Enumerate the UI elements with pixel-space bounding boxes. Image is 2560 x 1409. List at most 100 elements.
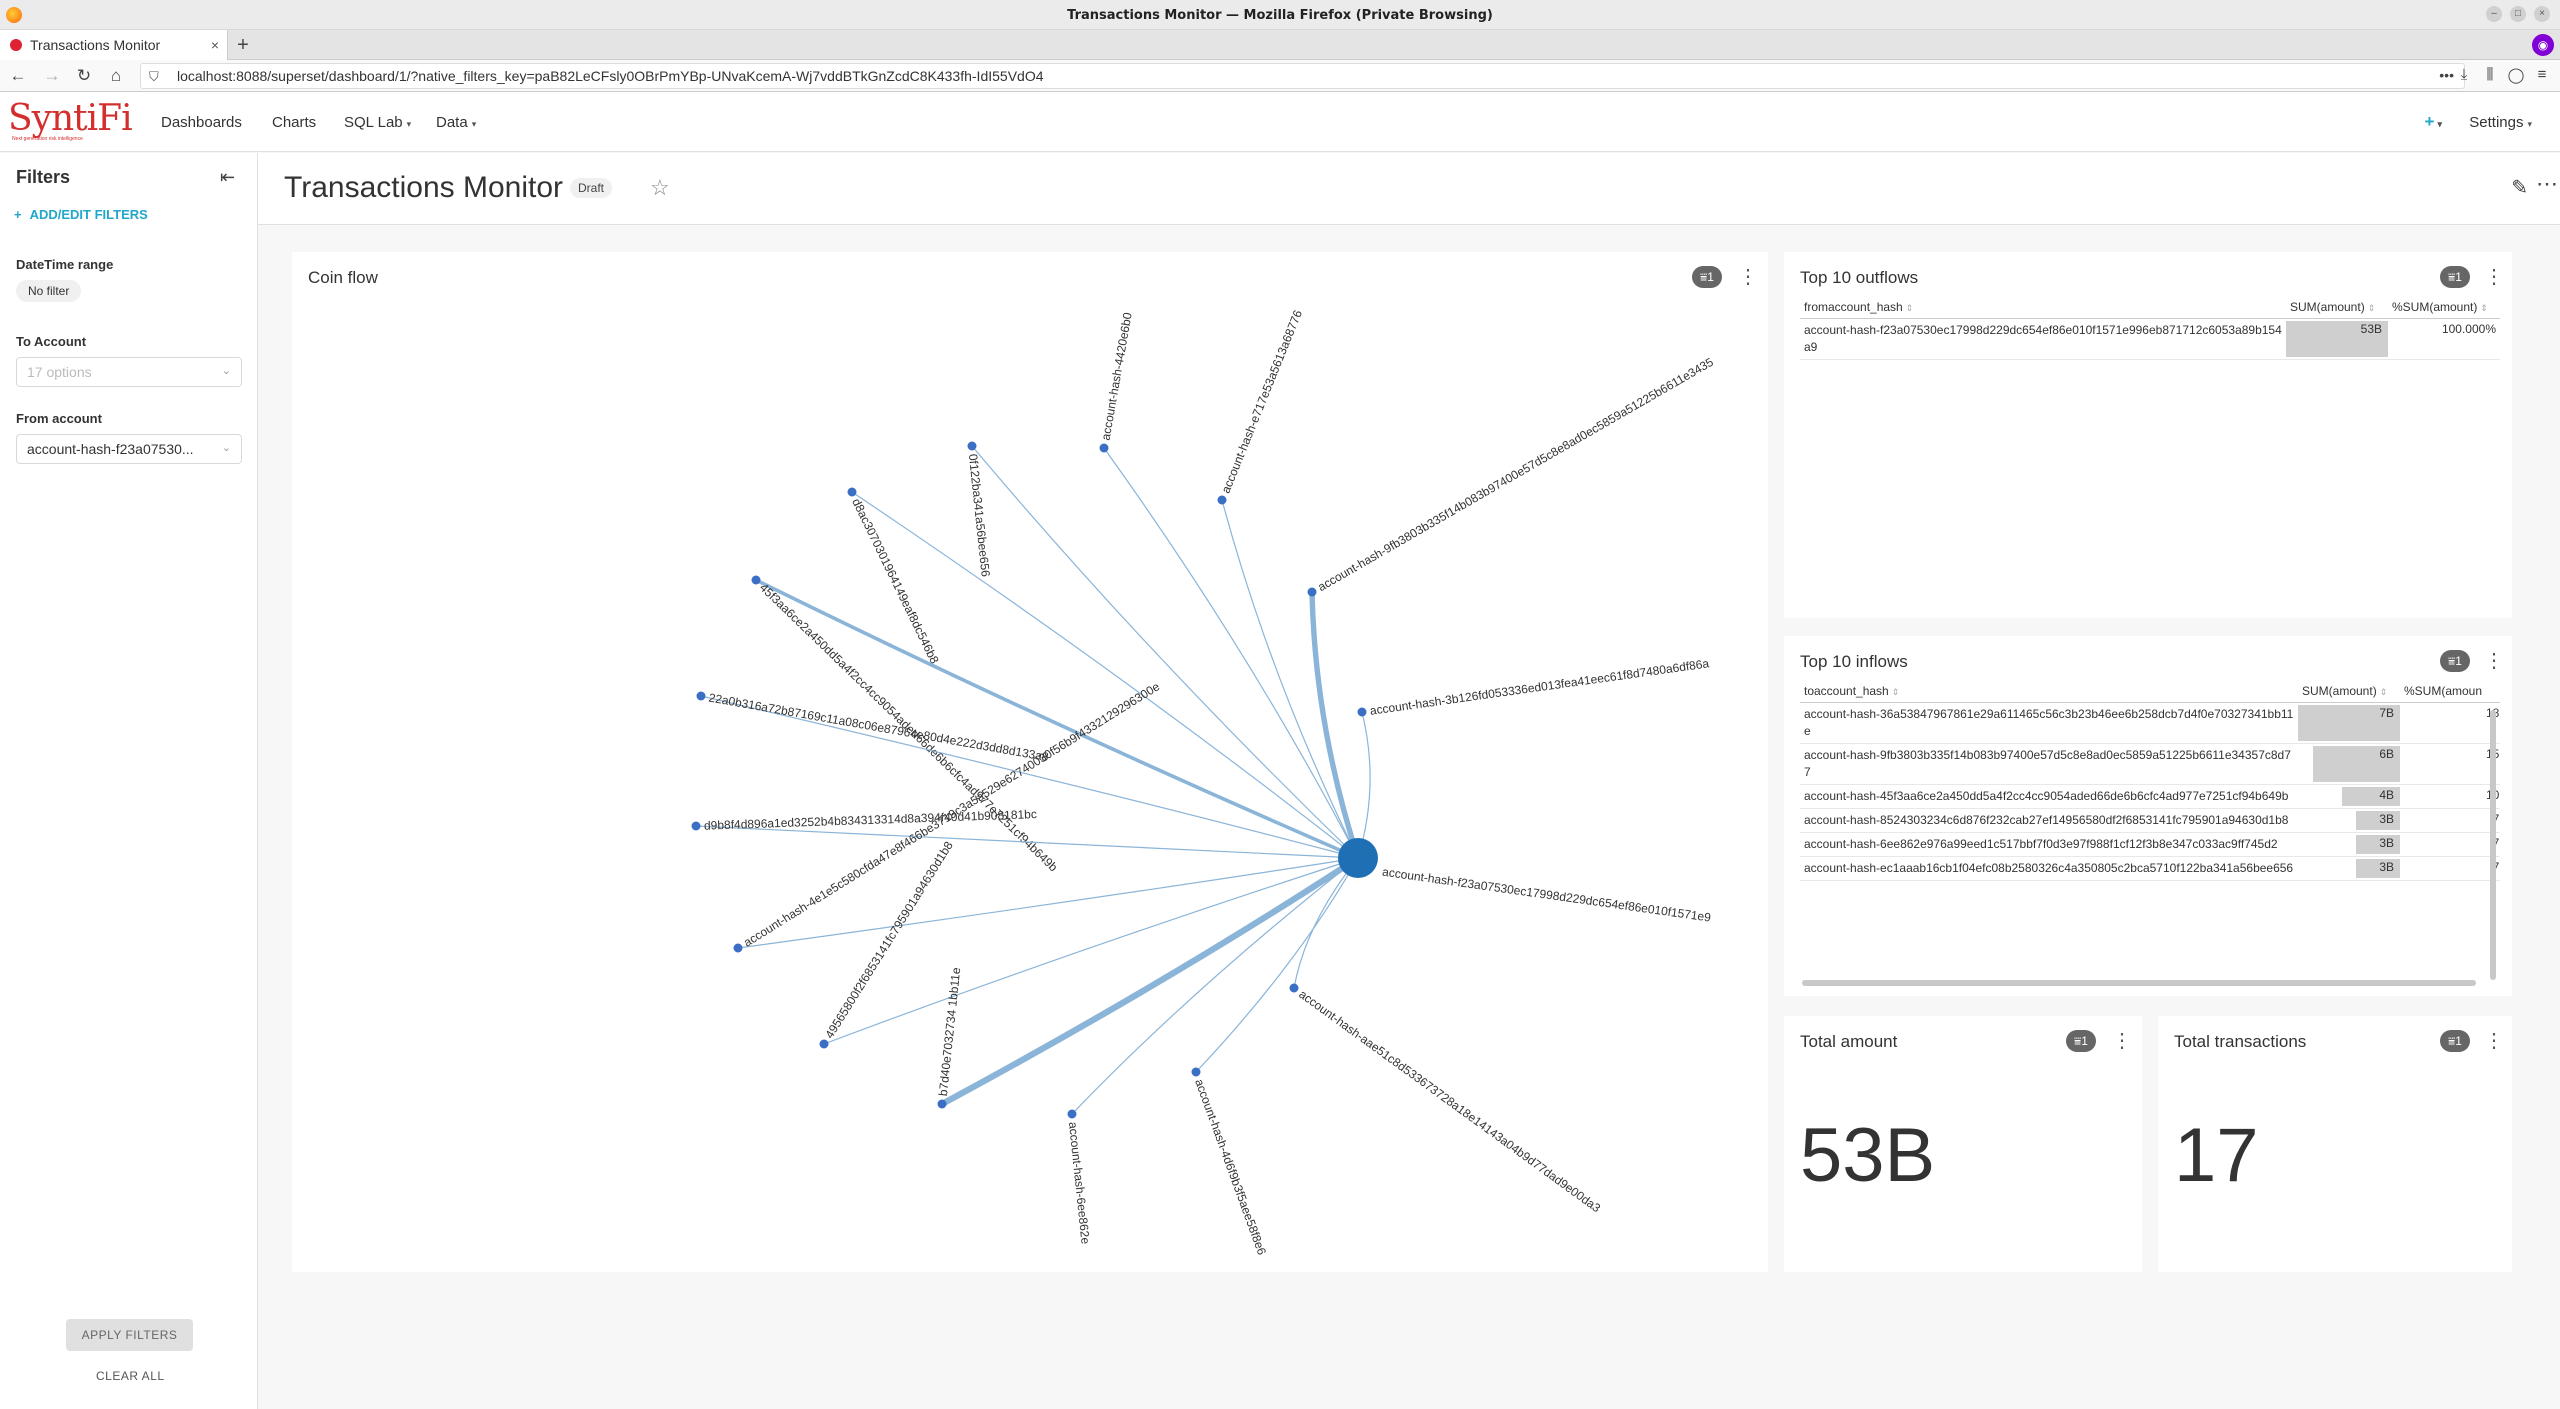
account-node[interactable] xyxy=(1099,443,1109,453)
flow-edge[interactable] xyxy=(851,491,1359,859)
browser-tab[interactable]: Transactions Monitor × xyxy=(0,30,228,60)
add-new-button[interactable]: + ▾ xyxy=(2425,112,2442,132)
account-node[interactable] xyxy=(819,1039,829,1049)
edit-pencil-icon[interactable]: ✎ xyxy=(2511,175,2528,200)
flow-edge[interactable] xyxy=(1103,447,1359,859)
coin-flow-graph[interactable]: account-hash-9fb3803b335f14b083b97400e57… xyxy=(292,252,1768,1272)
clear-all-button[interactable]: CLEAR ALL xyxy=(96,1369,165,1383)
chevron-down-icon: ▾ xyxy=(2527,119,2532,129)
menu-charts[interactable]: Charts xyxy=(272,114,316,131)
home-icon[interactable]: ⌂ xyxy=(106,66,126,86)
col-header[interactable]: %SUM(amoun xyxy=(2400,680,2500,703)
minimize-button[interactable]: – xyxy=(2486,6,2502,22)
menu-dashboards[interactable]: Dashboards xyxy=(161,114,242,131)
filter-badge[interactable]: ⩸1 xyxy=(2440,650,2470,672)
total-amount-value: 53B xyxy=(1800,1113,1936,1198)
flow-edge[interactable] xyxy=(1071,857,1359,1115)
table-row[interactable]: account-hash-45f3aa6ce2a450dd5a4f2cc4cc9… xyxy=(1800,784,2500,809)
table-row[interactable]: account-hash-f23a07530ec17998d229dc654ef… xyxy=(1800,318,2500,360)
sum-amount-cell: 3B xyxy=(2298,832,2400,857)
apply-filters-button[interactable]: APPLY FILTERS xyxy=(66,1319,193,1351)
chart-menu-icon[interactable]: ⋮ xyxy=(2484,648,2504,673)
account-node[interactable] xyxy=(751,575,761,585)
url-bar[interactable]: ⛉ localhost:8088/superset/dashboard/1/?n… xyxy=(140,63,2465,89)
collapse-sidebar-icon[interactable]: ⇤ xyxy=(220,167,235,188)
chart-menu-icon[interactable]: ⋮ xyxy=(2484,264,2504,289)
center-account-node[interactable] xyxy=(1338,838,1378,878)
table-row[interactable]: account-hash-8524303234c6d876f232cab27ef… xyxy=(1800,808,2500,833)
col-header[interactable]: toaccount_hash ⇕ xyxy=(1800,680,2298,703)
top-inflows-card: Top 10 inflows ⩸1 ⋮ toaccount_hash ⇕ SUM(… xyxy=(1784,636,2512,996)
account-hash-cell: account-hash-8524303234c6d876f232cab27ef… xyxy=(1800,808,2298,833)
flow-edge[interactable] xyxy=(823,857,1359,1045)
account-node[interactable] xyxy=(1067,1109,1077,1119)
flow-edge[interactable] xyxy=(1195,857,1359,1073)
datetime-range-value[interactable]: No filter xyxy=(16,280,82,302)
downloads-icon[interactable]: ⤓ xyxy=(2454,66,2474,83)
page-actions-icon[interactable]: ••• xyxy=(2439,67,2454,83)
col-header[interactable]: SUM(amount) ⇕ xyxy=(2286,296,2388,319)
account-node[interactable] xyxy=(1191,1067,1201,1077)
sum-amount-value: 53B xyxy=(2360,322,2382,336)
flow-edge[interactable] xyxy=(1309,591,1361,859)
account-node[interactable] xyxy=(847,487,857,497)
forward-icon[interactable]: → xyxy=(42,66,62,86)
table-row[interactable]: account-hash-9fb3803b335f14b083b97400e57… xyxy=(1800,743,2500,785)
account-node-label: 49565800f2f6853141fc795901a94630d1b8 xyxy=(822,839,956,1041)
table-row[interactable]: account-hash-ec1aaab16cb1f04efc08b258032… xyxy=(1800,856,2500,881)
settings-label: Settings xyxy=(2469,114,2524,131)
more-options-icon[interactable]: ⋯ xyxy=(2536,171,2558,197)
flow-edge[interactable] xyxy=(1221,499,1359,859)
add-edit-filters-button[interactable]: + ADD/EDIT FILTERS xyxy=(14,207,148,222)
brand-logo[interactable]: SyntiFi Next generation risk intelligenc… xyxy=(8,100,133,143)
account-node-label: account-hash-4420e6b0 xyxy=(1098,311,1134,441)
settings-menu[interactable]: Settings ▾ xyxy=(2469,114,2532,131)
account-node[interactable] xyxy=(967,441,977,451)
account-node-label: d9b8f4d896a1ed3252b4b834313314d8a394f40d… xyxy=(704,807,1037,833)
account-node[interactable] xyxy=(1357,707,1367,717)
flow-edge[interactable] xyxy=(1357,711,1371,859)
top-inflows-title: Top 10 inflows xyxy=(1800,652,1908,671)
filter-badge[interactable]: ⩸1 xyxy=(2440,1030,2470,1052)
draft-badge[interactable]: Draft xyxy=(570,178,613,198)
menu-sql-lab[interactable]: SQL Lab ▾ xyxy=(344,114,411,131)
account-node[interactable] xyxy=(1217,495,1227,505)
account-node[interactable] xyxy=(937,1099,947,1109)
account-node[interactable] xyxy=(691,821,701,831)
menu-data[interactable]: Data ▾ xyxy=(436,114,476,131)
close-window-button[interactable]: × xyxy=(2534,6,2550,22)
to-account-select[interactable]: 17 options ⌄ xyxy=(16,357,242,387)
account-node[interactable] xyxy=(1289,983,1299,993)
library-icon[interactable]: ⫼ xyxy=(2480,66,2500,83)
flow-edge[interactable] xyxy=(971,445,1359,859)
account-node[interactable] xyxy=(1307,587,1317,597)
from-account-value: account-hash-f23a07530... xyxy=(27,441,194,457)
close-tab-icon[interactable]: × xyxy=(211,37,219,53)
col-header[interactable]: SUM(amount) ⇕ xyxy=(2298,680,2400,703)
star-icon[interactable]: ☆ xyxy=(650,175,670,201)
chart-menu-icon[interactable]: ⋮ xyxy=(2484,1028,2504,1053)
maximize-button[interactable]: □ xyxy=(2510,6,2526,22)
total-transactions-card: Total transactions ⩸1 ⋮ 17 xyxy=(2158,1016,2512,1272)
from-account-select[interactable]: account-hash-f23a07530... ⌄ xyxy=(16,434,242,464)
account-node[interactable] xyxy=(696,691,706,701)
sum-amount-cell: 6B xyxy=(2298,743,2400,785)
col-header[interactable]: %SUM(amount) ⇕ xyxy=(2388,296,2500,319)
horizontal-scrollbar[interactable] xyxy=(1802,980,2476,986)
filter-badge[interactable]: ⩸1 xyxy=(2440,266,2470,288)
account-node[interactable] xyxy=(733,943,743,953)
account-icon[interactable]: ◯ xyxy=(2506,66,2526,84)
filter-badge[interactable]: ⩸1 xyxy=(2066,1030,2096,1052)
table-row[interactable]: account-hash-36a53847967861e29a611465c56… xyxy=(1800,702,2500,744)
menu-icon[interactable]: ≡ xyxy=(2532,66,2552,83)
url-text: localhost:8088/superset/dashboard/1/?nat… xyxy=(177,68,1044,84)
chart-menu-icon[interactable]: ⋮ xyxy=(2112,1028,2132,1053)
dashboard-title[interactable]: Transactions Monitor xyxy=(284,171,563,205)
new-tab-button[interactable]: + xyxy=(232,34,254,57)
table-row[interactable]: account-hash-6ee862e976a99eed1c517bbf7f0… xyxy=(1800,832,2500,857)
inflows-scroll-area[interactable]: toaccount_hash ⇕ SUM(amount) ⇕ %SUM(amoun … xyxy=(1800,680,2500,970)
vertical-scrollbar[interactable] xyxy=(2490,710,2496,980)
reload-icon[interactable]: ↻ xyxy=(74,66,94,86)
back-icon[interactable]: ← xyxy=(8,66,28,86)
col-header[interactable]: fromaccount_hash ⇕ xyxy=(1800,296,2286,319)
